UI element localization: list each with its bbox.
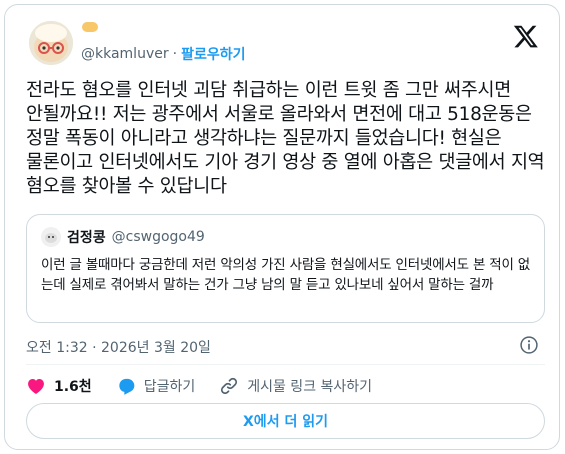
timestamp[interactable]: 오전 1:32 · 2026년 3월 20일 — [26, 337, 211, 357]
author-username[interactable]: @kkamluver — [81, 46, 169, 62]
info-icon[interactable] — [519, 335, 539, 355]
author-line: @kkamluver · 팔로우하기 — [81, 44, 245, 64]
separator-dot: · — [172, 46, 178, 62]
tweet-card: @kkamluver · 팔로우하기 전라도 혐오를 인터넷 괴담 취급하는 이… — [4, 4, 560, 450]
quote-author-name: 검정콩 — [67, 230, 106, 246]
x-logo-icon[interactable] — [513, 23, 539, 49]
read-more-button[interactable]: X에서 더 읽기 — [26, 403, 545, 439]
quote-author-handle: @cswgogo49 — [111, 229, 205, 245]
badge-icon — [82, 22, 98, 32]
copy-link-label: 게시물 링크 복사하기 — [247, 379, 373, 395]
like-count: 1.6천 — [54, 379, 92, 395]
reply-icon — [119, 378, 135, 395]
like-button[interactable]: 1.6천 — [26, 376, 92, 396]
tweet-text: 전라도 혐오를 인터넷 괴담 취급하는 이런 트윗 좀 그만 써주시면 안될까요… — [26, 80, 545, 197]
copy-link-button[interactable]: 게시물 링크 복사하기 — [219, 376, 372, 396]
divider — [26, 364, 545, 365]
follow-button[interactable]: 팔로우하기 — [181, 44, 245, 64]
quoted-tweet[interactable]: 검정콩 @cswgogo49 이런 글 볼때마다 궁금한데 저런 악의성 가진 … — [26, 214, 545, 323]
action-bar: 1.6천 답글하기 게시물 링크 복사하기 — [26, 375, 396, 397]
link-icon — [221, 377, 238, 395]
reply-label: 답글하기 — [143, 379, 196, 395]
quote-header: 검정콩 @cswgogo49 — [41, 227, 530, 247]
quote-text: 이런 글 볼때마다 궁금한데 저런 악의성 가진 사람을 현실에서도 인터넷에서… — [41, 257, 531, 293]
avatar[interactable] — [29, 21, 73, 65]
quote-avatar — [41, 227, 61, 247]
reply-button[interactable]: 답글하기 — [116, 376, 196, 396]
heart-icon — [28, 379, 44, 394]
